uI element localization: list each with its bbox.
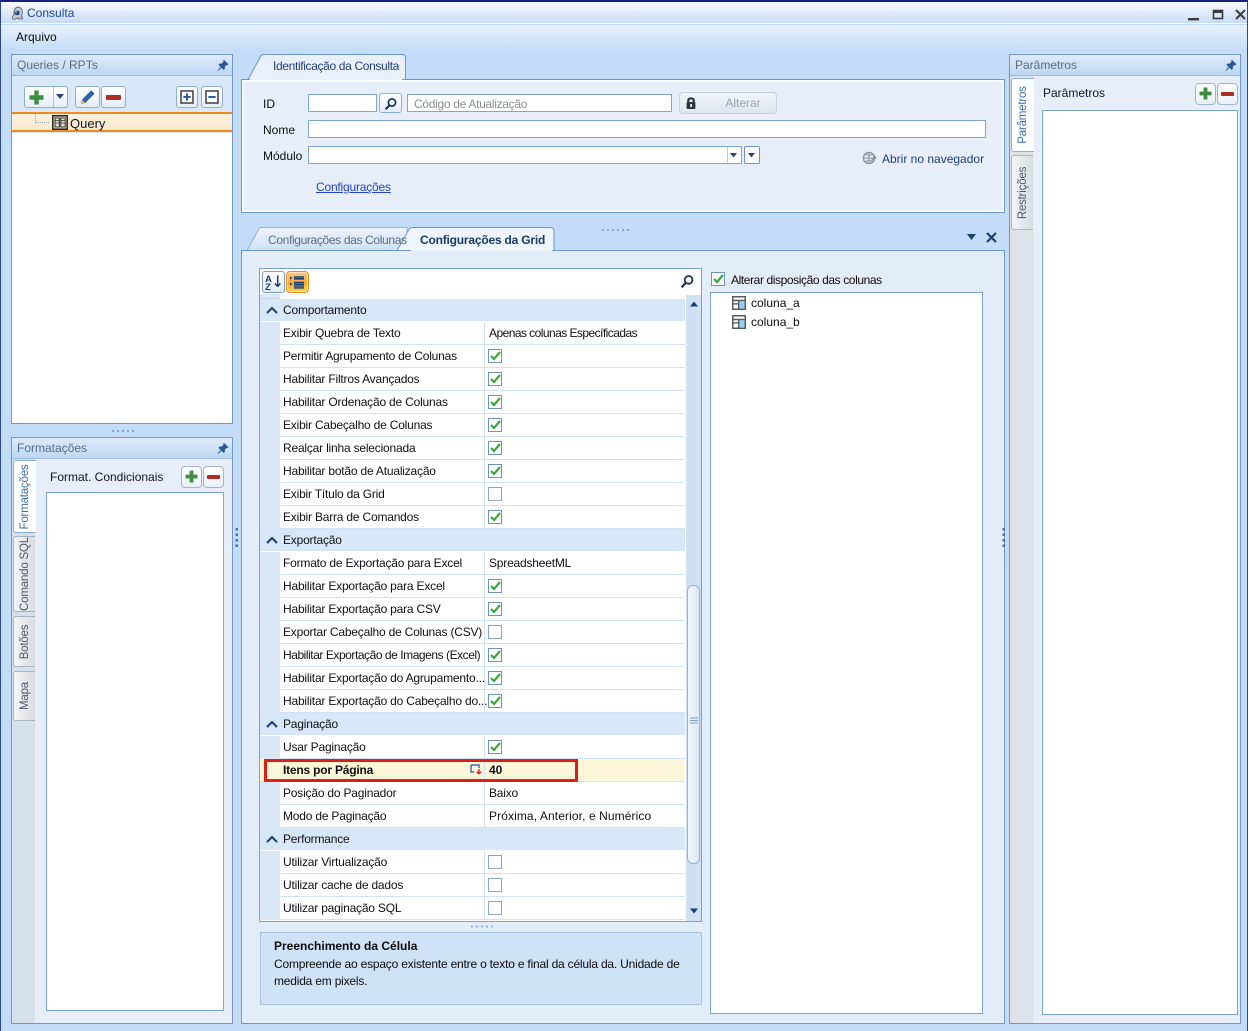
svg-text:Z: Z — [265, 282, 271, 290]
